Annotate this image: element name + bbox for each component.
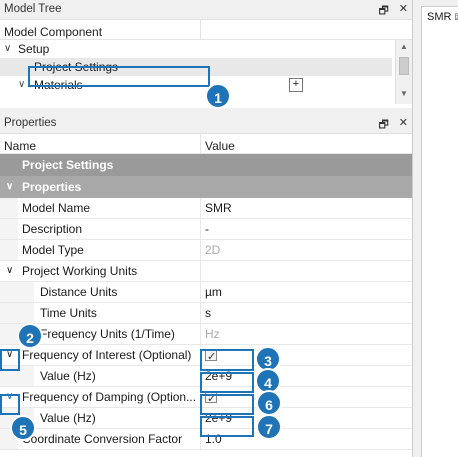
chevron-down-icon[interactable]: ∨ [6, 261, 13, 281]
section-project-settings: Project Settings [0, 154, 412, 176]
name-column-header: Name [4, 139, 37, 153]
add-button[interactable]: + [289, 78, 303, 92]
tree-item-label: Materials [34, 78, 83, 92]
prop-row-model-type: Model Type 2D [0, 240, 412, 261]
frequency-of-damping-checkbox[interactable] [205, 389, 217, 409]
prop-value: Hz [205, 327, 220, 341]
properties-title-bar: Properties 🗗 ✕ [0, 114, 412, 134]
vertical-scrollbar[interactable]: ▲ ▼ [395, 40, 412, 104]
section-properties[interactable]: ∨ Properties [0, 176, 412, 198]
prop-name: Distance Units [40, 285, 118, 299]
chevron-down-icon[interactable]: ∨ [6, 345, 13, 365]
prop-row-fod-value[interactable]: Value (Hz) 2e+9 [0, 408, 412, 429]
model-tree-header: Model Component [0, 20, 412, 40]
callout-badge-7: 7 [256, 414, 282, 440]
tab-smr[interactable]: SMR ☒ [421, 6, 458, 28]
prop-value[interactable]: µm [205, 282, 222, 302]
prop-value: 2D [205, 243, 221, 257]
properties-panel: Properties 🗗 ✕ Name Value Project Settin… [0, 114, 412, 457]
tree-item-project-settings[interactable]: Project Settings [0, 58, 392, 76]
chevron-down-icon[interactable]: ∨ [6, 176, 13, 198]
prop-name: Frequency of Interest (Optional) [22, 348, 192, 362]
close-icon[interactable]: ☒ [455, 12, 458, 22]
model-tree-title-bar: Model Tree 🗗 ✕ [0, 0, 412, 20]
model-component-header: Model Component [4, 25, 103, 39]
prop-name: Value (Hz) [40, 369, 96, 383]
prop-row-foi-value[interactable]: Value (Hz) 2e+9 [0, 366, 412, 387]
tree-item-label: Setup [18, 42, 50, 56]
prop-value[interactable]: - [205, 219, 209, 239]
prop-row-description[interactable]: Description - [0, 219, 412, 240]
prop-row-time-units[interactable]: Time Units s [0, 303, 412, 324]
scroll-up-icon[interactable]: ▲ [396, 40, 412, 54]
tree-item-setup[interactable]: ∨ Setup [0, 40, 412, 58]
callout-badge-2: 2 [17, 323, 43, 349]
prop-row-project-working-units[interactable]: ∨ Project Working Units [0, 261, 412, 282]
tree-item-label: Project Settings [34, 60, 119, 74]
prop-name: Frequency Units (1/Time) [40, 327, 175, 341]
prop-row-frequency-of-damping[interactable]: ∨ Frequency of Damping (Option... [0, 387, 412, 409]
fod-value-field[interactable]: 2e+9 [205, 408, 232, 428]
chevron-down-icon[interactable]: ∨ [18, 76, 25, 94]
close-icon[interactable]: ✕ [399, 116, 408, 135]
prop-row-frequency-units: Frequency Units (1/Time) Hz [0, 324, 412, 345]
prop-value[interactable]: s [205, 303, 211, 323]
scroll-down-icon[interactable]: ▼ [396, 87, 412, 101]
pin-icon[interactable]: 🗗 [378, 2, 388, 21]
close-icon[interactable]: ✕ [399, 2, 408, 21]
section-label: Properties [22, 180, 82, 194]
prop-row-distance-units[interactable]: Distance Units µm [0, 282, 412, 303]
prop-row-frequency-of-interest[interactable]: ∨ Frequency of Interest (Optional) [0, 345, 412, 367]
section-label: Project Settings [22, 158, 114, 172]
prop-row-coord-conversion[interactable]: Coordinate Conversion Factor 1.0 [0, 429, 412, 450]
callout-badge-6: 6 [256, 390, 282, 416]
prop-name: Model Name [22, 201, 91, 215]
prop-row-model-name[interactable]: Model Name SMR [0, 198, 412, 219]
properties-header: Name Value [0, 134, 412, 154]
prop-name: Coordinate Conversion Factor [22, 432, 183, 446]
prop-name: Value (Hz) [40, 411, 96, 425]
value-column-header: Value [205, 139, 235, 153]
properties-title: Properties [4, 117, 57, 129]
prop-name: Time Units [40, 306, 97, 320]
prop-name: Description [22, 222, 83, 236]
chevron-down-icon[interactable]: ∨ [6, 387, 13, 407]
model-tree-title: Model Tree [4, 3, 62, 15]
prop-name: Project Working Units [22, 264, 138, 278]
callout-badge-1: 1 [205, 83, 231, 109]
tab-label: SMR [427, 11, 452, 23]
scroll-thumb[interactable] [399, 57, 409, 75]
chevron-down-icon[interactable]: ∨ [4, 40, 11, 58]
pin-icon[interactable]: 🗗 [378, 116, 388, 135]
prop-name: Model Type [22, 243, 84, 257]
document-body [421, 28, 458, 457]
foi-value-field[interactable]: 2e+9 [205, 366, 232, 386]
document-tab-area: SMR ☒ [412, 0, 458, 457]
prop-value[interactable]: 1.0 [205, 429, 222, 449]
prop-name: Frequency of Damping (Option... [22, 390, 197, 404]
frequency-of-interest-checkbox[interactable] [205, 347, 217, 367]
callout-badge-5: 5 [10, 415, 36, 441]
prop-value[interactable]: SMR [205, 198, 232, 218]
